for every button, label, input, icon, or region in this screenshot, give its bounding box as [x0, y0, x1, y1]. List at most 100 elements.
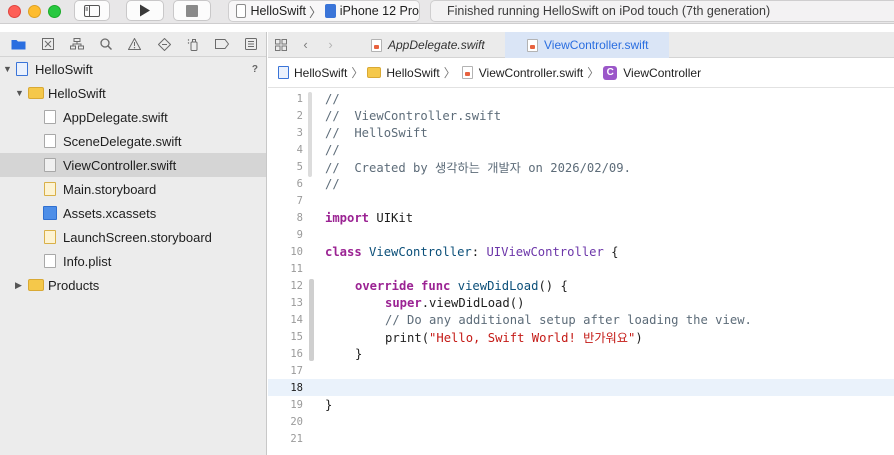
chevron-left-icon: ‹ — [303, 37, 308, 52]
tree-label-group: HelloSwift — [48, 85, 106, 101]
scheme-selector[interactable]: HelloSwift 〉 iPhone 12 Pro — [228, 0, 420, 22]
folder-icon — [28, 279, 44, 291]
keyword-token: override func — [355, 278, 451, 293]
tree-label-file: Main.storyboard — [63, 181, 157, 197]
scm-status-badge: ? — [251, 63, 258, 75]
code-text: // HelloSwift — [325, 125, 428, 140]
tree-row-file[interactable]: AppDelegate.swift — [0, 105, 266, 129]
nav-tab-issues[interactable] — [120, 34, 149, 54]
breakpoint-icon — [215, 39, 230, 49]
nav-tab-tests[interactable] — [150, 34, 179, 54]
tab-appdelegate[interactable]: AppDelegate.swift — [365, 32, 505, 58]
line-number: 8 — [296, 211, 303, 224]
code-area[interactable]: 1 // 2 // ViewController.swift 3 // Hell… — [268, 88, 894, 455]
hierarchy-icon — [69, 38, 84, 50]
chevron-right-icon: 〉 — [351, 66, 364, 80]
code-line: 7 — [268, 192, 894, 209]
tree-label-file: SceneDelegate.swift — [63, 133, 182, 149]
code-line: 14 // Do any additional setup after load… — [268, 311, 894, 328]
function-call-token: print — [385, 330, 422, 345]
punctuation-token: () { — [538, 278, 568, 293]
line-number: 1 — [296, 92, 303, 105]
window-toolbar: HelloSwift 〉 iPhone 12 Pro Finished runn… — [0, 0, 894, 24]
line-number: 9 — [296, 228, 303, 241]
spray-can-icon — [187, 38, 198, 51]
swift-file-icon — [461, 66, 473, 79]
code-line: 2 // ViewController.swift — [268, 107, 894, 124]
code-line: 9 — [268, 226, 894, 243]
stop-button[interactable] — [173, 0, 211, 21]
go-back-button[interactable]: ‹ — [293, 35, 318, 55]
code-text: // ViewController.swift — [325, 108, 502, 123]
tree-label-file: Info.plist — [63, 253, 112, 269]
close-window-button[interactable] — [8, 5, 21, 18]
code-text: super.viewDidLoad() — [385, 296, 524, 310]
swift-file-icon — [44, 110, 56, 124]
nav-tab-find[interactable] — [91, 34, 120, 54]
navigator-selector-bar — [0, 32, 266, 57]
tab-label: AppDelegate.swift — [388, 38, 485, 52]
code-line: 11 — [268, 260, 894, 277]
folder-icon — [11, 40, 26, 50]
tree-row-file[interactable]: SceneDelegate.swift — [0, 129, 266, 153]
code-line: 19 } — [268, 396, 894, 413]
scheme-device-label: iPhone 12 Pro — [339, 4, 419, 18]
jump-bar-item-file[interactable]: ViewController.swift — [479, 66, 583, 80]
tab-viewcontroller[interactable]: ViewController.swift — [505, 32, 669, 58]
disclosure-open-icon[interactable]: ▼ — [3, 64, 12, 74]
nav-tab-reports[interactable] — [237, 34, 266, 54]
related-items-button[interactable] — [268, 35, 293, 55]
activity-status: Finished running HelloSwift on iPod touc… — [430, 0, 894, 22]
tree-row-file[interactable]: Assets.xcassets — [0, 201, 266, 225]
code-text: print("Hello, Swift World! 반가워요") — [385, 328, 643, 346]
diamond-icon — [157, 37, 171, 51]
jump-bar-item-project[interactable]: HelloSwift — [294, 66, 347, 80]
identifier-token: .viewDidLoad() — [421, 295, 525, 310]
line-number: 11 — [290, 262, 303, 275]
minimize-window-button[interactable] — [28, 5, 41, 18]
project-icon — [16, 62, 28, 76]
disclosure-closed-icon[interactable]: ▶ — [15, 280, 22, 291]
string-literal-token: "Hello, Swift World! 반가워요" — [429, 330, 636, 345]
code-line: 13 super.viewDidLoad() — [268, 294, 894, 311]
source-editor: ‹ › AppDelegate.swift ViewController.swi… — [268, 32, 894, 455]
toggle-navigator-button[interactable] — [74, 0, 110, 21]
run-button[interactable] — [126, 0, 164, 21]
line-number: 13 — [290, 296, 303, 309]
tree-row-project[interactable]: ▼ HelloSwift ? — [0, 57, 266, 81]
identifier-token: UIKit — [369, 210, 414, 225]
code-line: 4 // — [268, 141, 894, 158]
jump-bar-item-group[interactable]: HelloSwift — [386, 66, 439, 80]
plist-file-icon — [44, 254, 56, 268]
tree-row-file[interactable]: Main.storyboard — [0, 177, 266, 201]
report-icon — [245, 38, 258, 50]
tree-row-file[interactable]: LaunchScreen.storyboard — [0, 225, 266, 249]
play-icon — [140, 4, 150, 17]
chevron-right-icon: 〉 — [443, 66, 456, 80]
tree-row-file-selected[interactable]: ViewController.swift — [0, 153, 266, 177]
nav-tab-project[interactable] — [4, 34, 33, 54]
line-number: 12 — [290, 279, 303, 292]
folder-icon — [28, 87, 44, 99]
swift-file-icon — [44, 134, 56, 148]
code-line-current[interactable]: 18 — [268, 379, 894, 396]
tree-row-products[interactable]: ▶ Products — [0, 273, 266, 297]
jump-bar-item-symbol[interactable]: ViewController — [623, 66, 701, 80]
tree-row-file[interactable]: Info.plist — [0, 249, 266, 273]
punctuation-token: : — [471, 244, 487, 259]
stop-icon — [186, 4, 198, 17]
go-forward-button[interactable]: › — [318, 35, 343, 55]
nav-tab-source-control[interactable] — [33, 34, 62, 54]
nav-tab-breakpoints[interactable] — [208, 34, 237, 54]
zoom-window-button[interactable] — [48, 5, 61, 18]
warning-icon — [128, 38, 142, 50]
nav-tab-debug[interactable] — [179, 34, 208, 54]
disclosure-open-icon[interactable]: ▼ — [15, 88, 24, 98]
nav-tab-symbols[interactable] — [62, 34, 91, 54]
line-number: 14 — [290, 313, 303, 326]
code-line: 21 — [268, 430, 894, 447]
tree-row-group[interactable]: ▼ HelloSwift — [0, 81, 266, 105]
swift-file-icon — [527, 38, 538, 52]
search-icon — [100, 38, 112, 50]
asset-catalog-icon — [43, 206, 57, 220]
